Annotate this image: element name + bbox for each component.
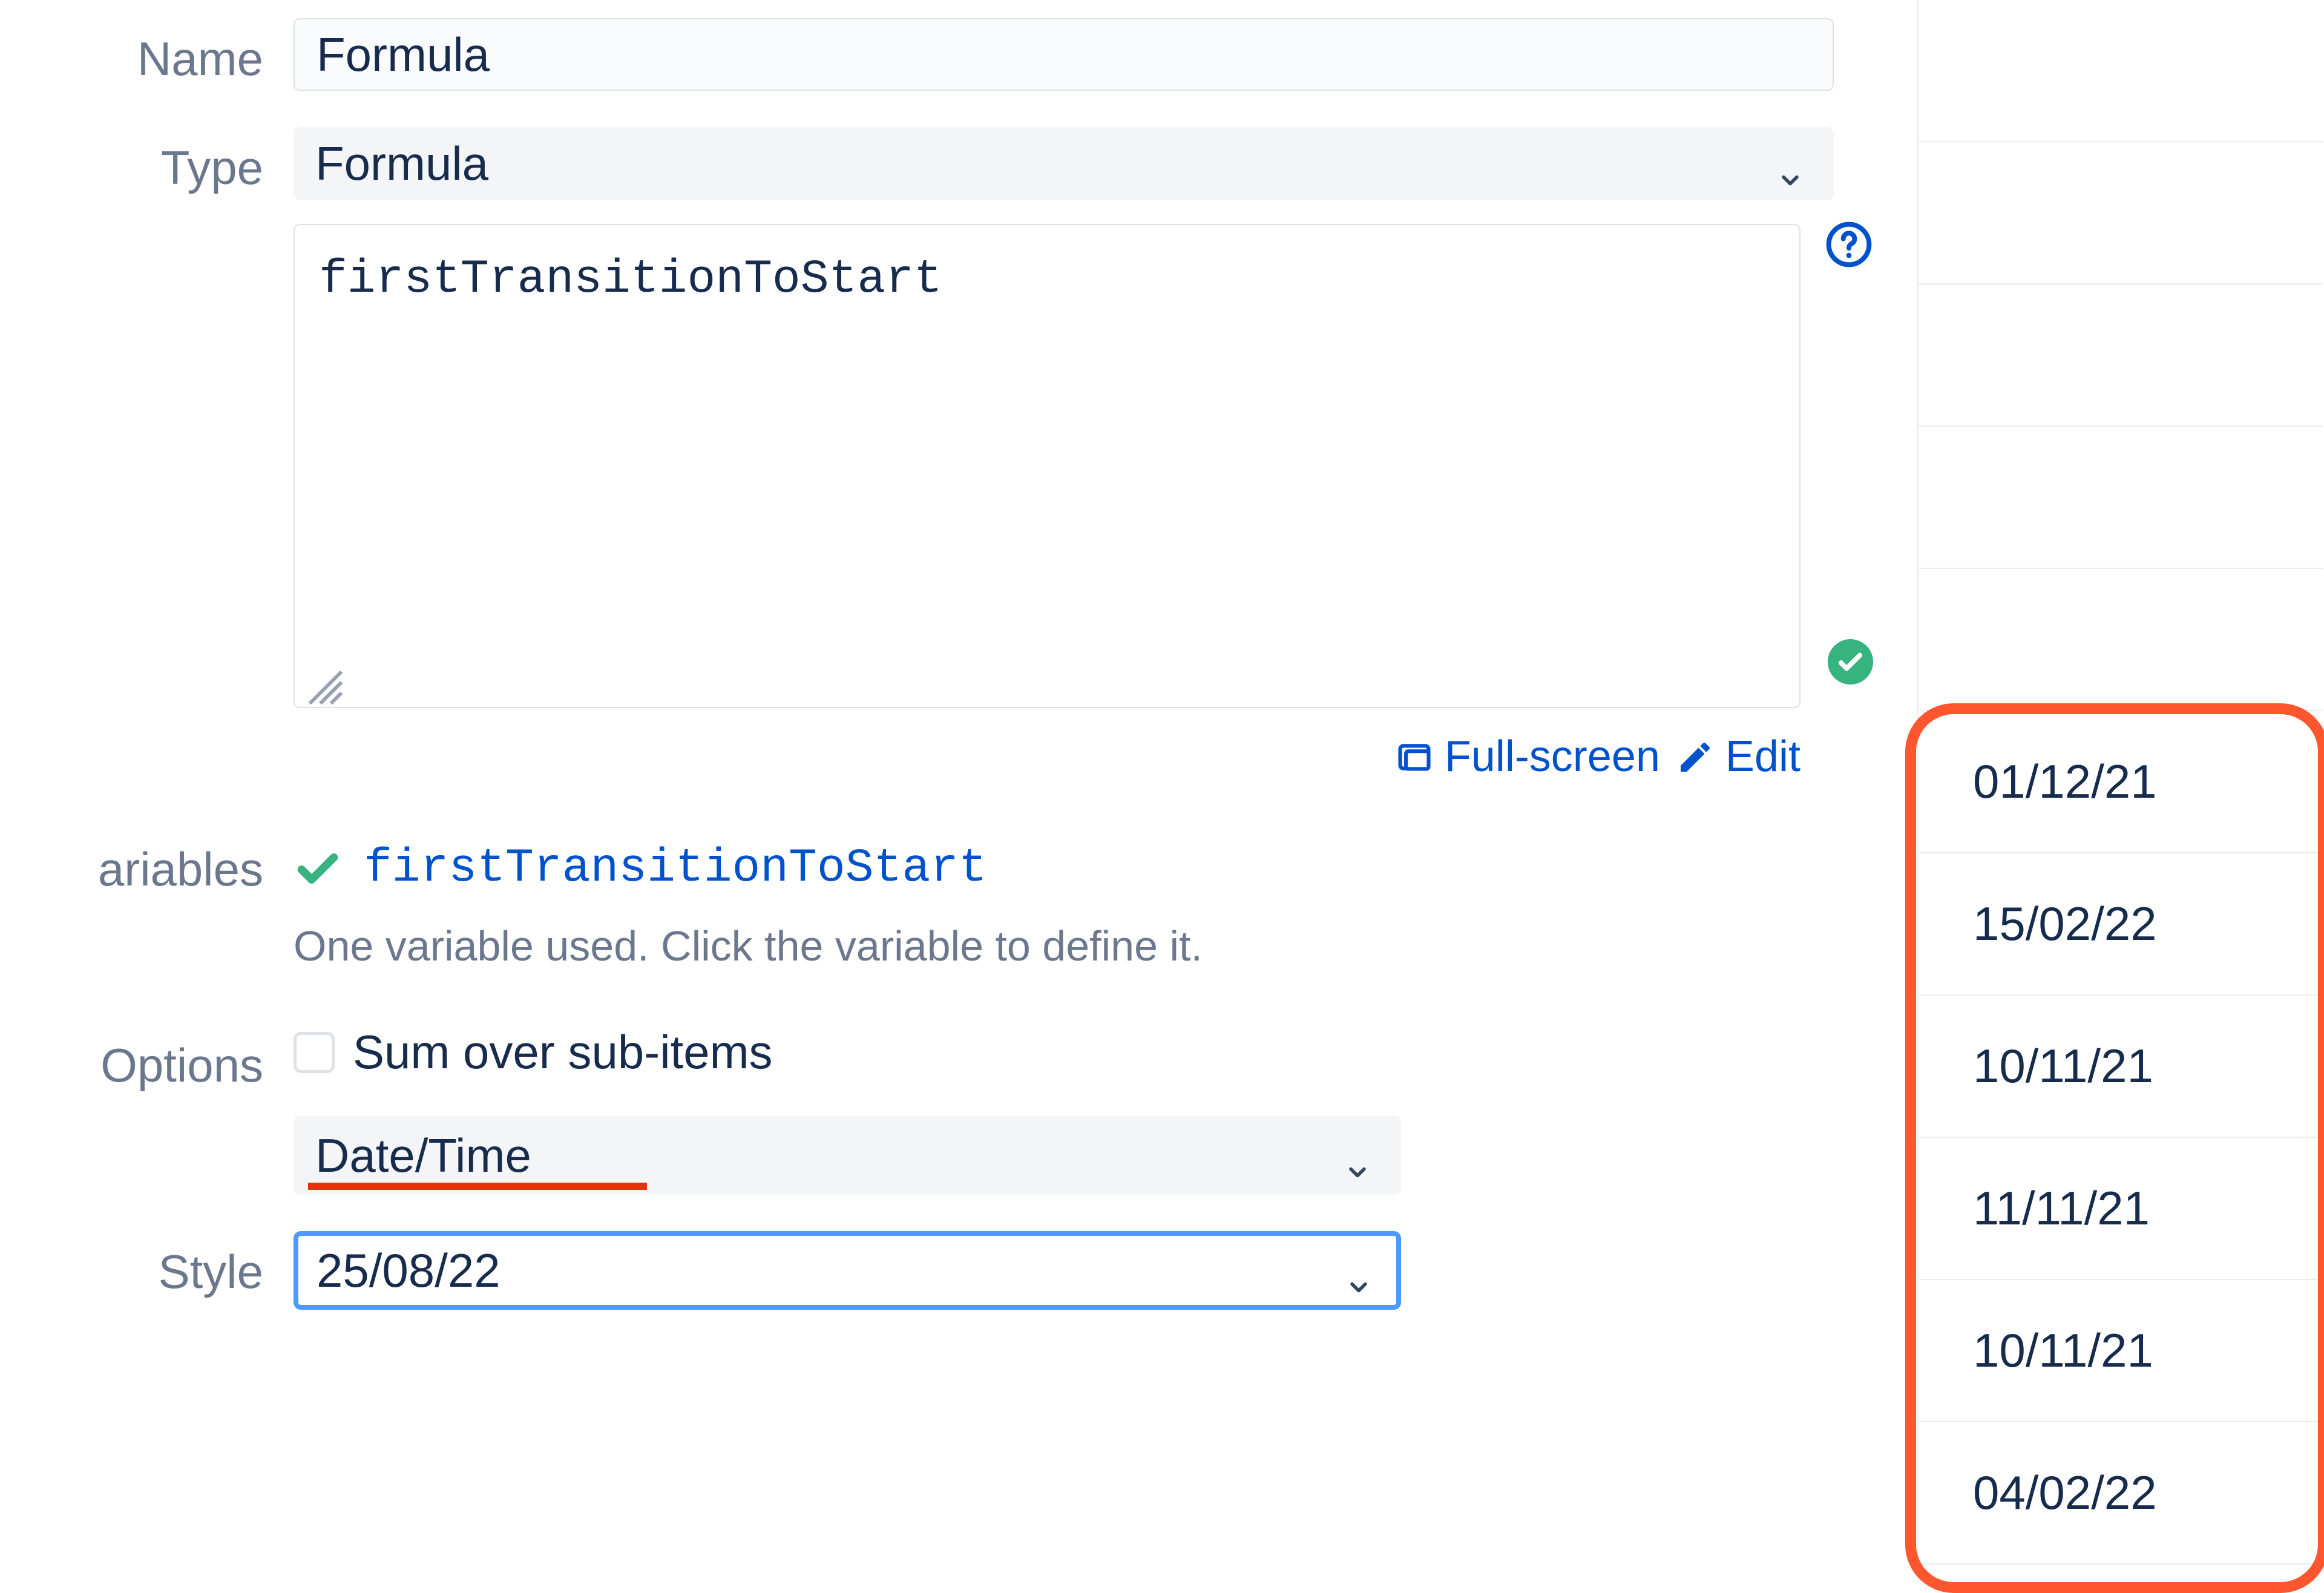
list-item: 10/11/21 [1917, 996, 2323, 1138]
field-name [294, 18, 1906, 91]
label-type: Type [0, 127, 294, 195]
variable-line: firstTransitionToStart [294, 842, 1906, 895]
row-formula: Full-screen Edit [0, 224, 1906, 781]
check-icon [294, 844, 342, 893]
edit-link[interactable]: Edit [1676, 732, 1800, 781]
help-icon[interactable] [1825, 220, 1873, 269]
label-variables: ariables [0, 842, 294, 897]
style-value: 25/08/22 [317, 1243, 501, 1298]
label-formula-blank [0, 224, 294, 237]
name-input[interactable] [294, 18, 1834, 91]
list-item [1917, 427, 2323, 569]
date-cell: 11/11/21 [1973, 1181, 2150, 1236]
format-select[interactable]: Date/Time [294, 1116, 1401, 1195]
list-item: 10/11/21 [1917, 1280, 2323, 1422]
field-formula: Full-screen Edit [294, 224, 1906, 781]
list-item: 15/02/22 [1917, 853, 2323, 996]
sum-checkbox[interactable] [294, 1032, 335, 1073]
field-style: 25/08/22 [294, 1231, 1906, 1310]
date-cell: 10/11/21 [1973, 1323, 2153, 1378]
formula-textarea[interactable] [294, 224, 1800, 708]
chevron-down-icon [1777, 150, 1804, 177]
chevron-down-icon [1344, 1142, 1371, 1169]
style-select[interactable]: 25/08/22 [294, 1231, 1401, 1310]
date-cell: 01/12/21 [1973, 754, 2157, 809]
sum-checkbox-label: Sum over sub-items [353, 1025, 773, 1080]
form-panel: Name Type Formula [0, 0, 1906, 1346]
date-cell: 10/11/21 [1973, 1039, 2153, 1094]
list-item [1917, 284, 2323, 427]
check-circle-icon [1828, 639, 1873, 685]
list-item: 11/11/21 [1917, 1138, 2323, 1280]
field-options: Sum over sub-items Date/Time [294, 1025, 1906, 1195]
dates-column: 01/12/21 15/02/22 10/11/21 11/11/21 10/1… [1917, 0, 2323, 1565]
type-select[interactable]: Formula [294, 127, 1834, 200]
list-item [1917, 569, 2323, 711]
list-item [1917, 0, 2323, 142]
label-name: Name [0, 18, 294, 87]
format-value: Date/Time [315, 1128, 531, 1183]
row-style: Style 25/08/22 [0, 1231, 1906, 1310]
row-type: Type Formula [0, 127, 1906, 200]
variable-hint: One variable used. Click the variable to… [294, 922, 1906, 970]
variable-link[interactable]: firstTransitionToStart [364, 842, 987, 895]
list-item: 01/12/21 [1917, 711, 2323, 853]
formula-wrap [294, 224, 1800, 720]
underline-annotation [308, 1183, 647, 1190]
field-variables: firstTransitionToStart One variable used… [294, 842, 1906, 970]
date-cell: 04/02/22 [1973, 1465, 2157, 1520]
fullscreen-icon [1395, 737, 1434, 776]
row-name: Name [0, 18, 1906, 91]
label-options: Options [0, 1025, 294, 1093]
date-cell: 15/02/22 [1973, 896, 2157, 951]
row-variables: ariables firstTransitionToStart One vari… [0, 842, 1906, 970]
type-value: Formula [315, 136, 488, 191]
list-item: 04/02/22 [1917, 1422, 2323, 1565]
editor-links: Full-screen Edit [294, 732, 1800, 781]
list-item [1917, 142, 2323, 284]
fullscreen-label: Full-screen [1445, 732, 1660, 781]
label-style: Style [0, 1231, 294, 1299]
sum-checkbox-line: Sum over sub-items [294, 1025, 1906, 1080]
row-options: Options Sum over sub-items Date/Time [0, 1025, 1906, 1195]
edit-label: Edit [1725, 732, 1800, 781]
fullscreen-link[interactable]: Full-screen [1395, 732, 1660, 781]
field-type: Formula [294, 127, 1906, 200]
chevron-down-icon [1345, 1257, 1372, 1284]
pencil-icon [1676, 737, 1715, 776]
